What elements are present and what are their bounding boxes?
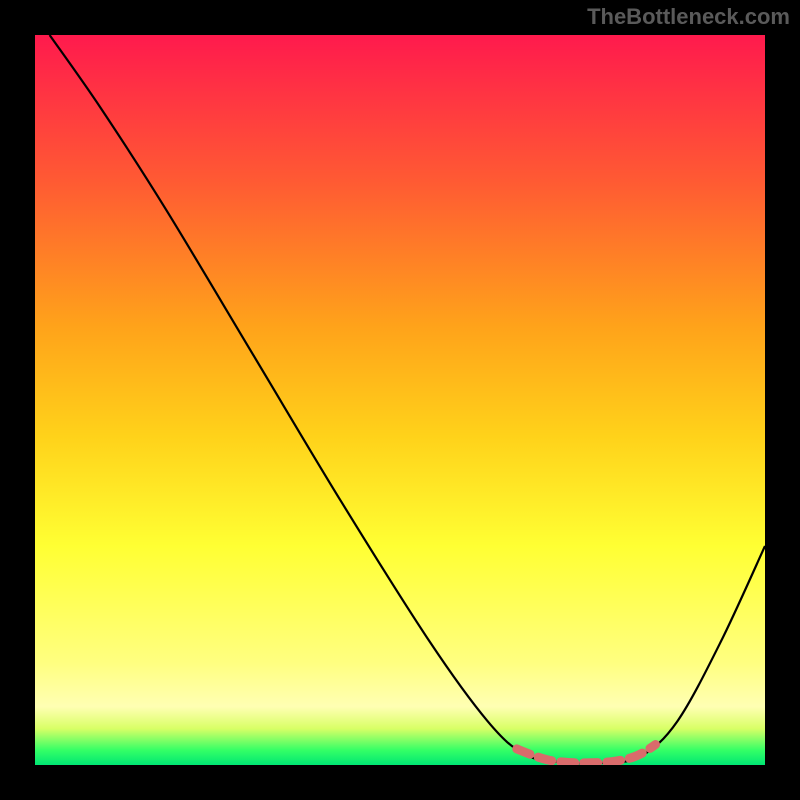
- chart-svg: [35, 35, 765, 765]
- plot-area: [35, 35, 765, 765]
- watermark-text: TheBottleneck.com: [587, 4, 790, 30]
- gradient-background: [35, 35, 765, 765]
- chart-container: TheBottleneck.com: [0, 0, 800, 800]
